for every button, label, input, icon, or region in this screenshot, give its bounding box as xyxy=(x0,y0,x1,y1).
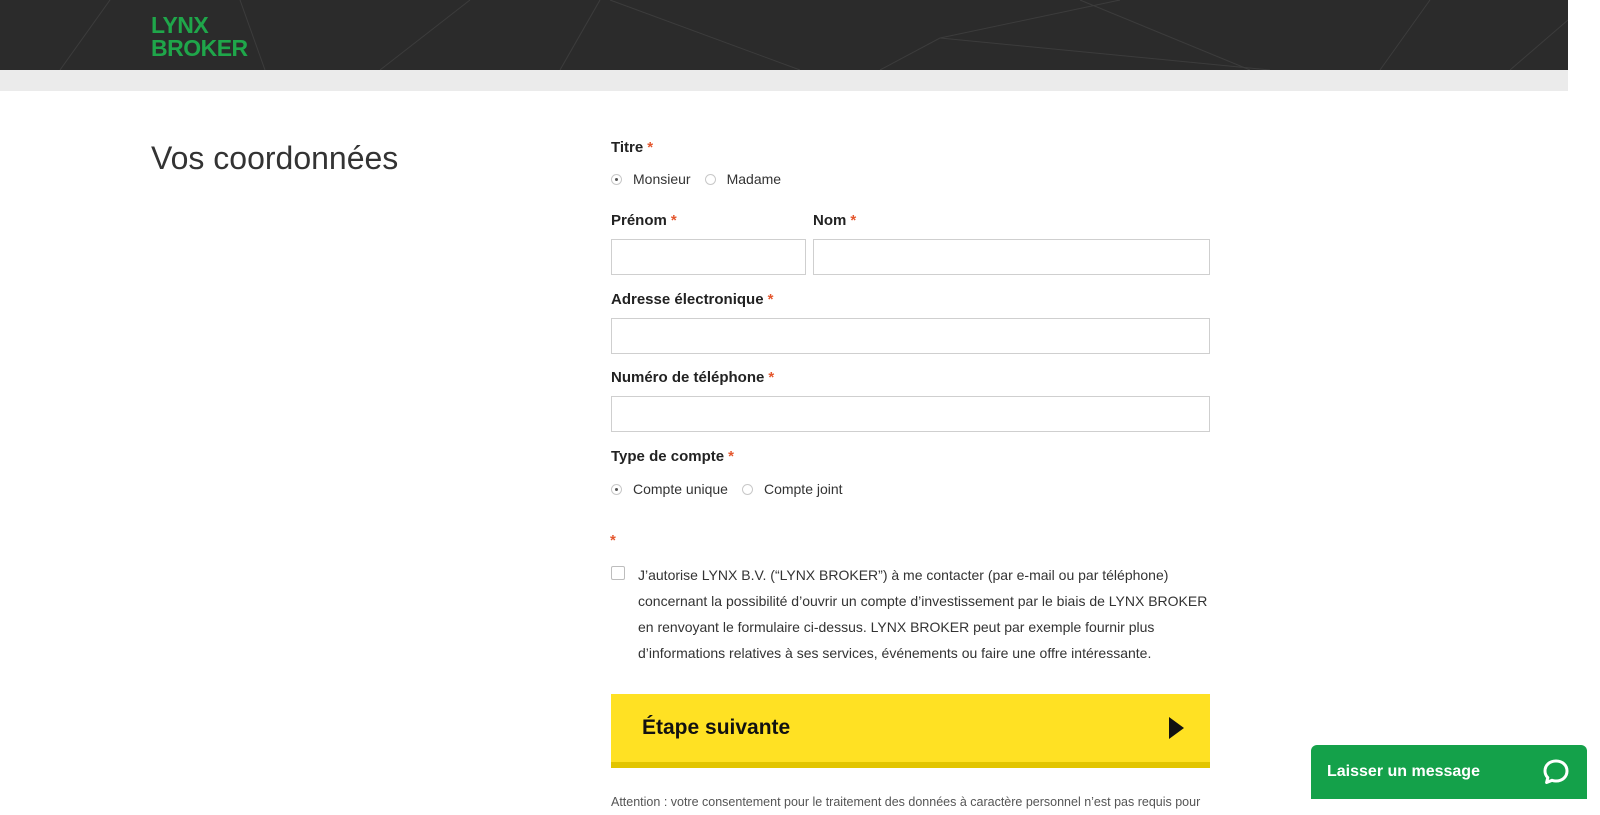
play-arrow-icon xyxy=(1169,717,1184,739)
consent-text: J’autorise LYNX B.V. (“LYNX BROKER”) à m… xyxy=(638,567,1208,661)
nom-label-text: Nom xyxy=(813,212,847,229)
required-mark: * xyxy=(647,139,654,156)
radio-monsieur-label: Monsieur xyxy=(633,171,691,187)
prenom-input[interactable] xyxy=(611,239,806,275)
nom-input[interactable] xyxy=(813,239,1210,275)
consent-note: Attention : votre consentement pour le t… xyxy=(611,795,1201,809)
next-step-label: Étape suivante xyxy=(642,716,791,739)
header-bar: LYNX BROKER xyxy=(0,0,1568,70)
logo-line-1: LYNX xyxy=(151,12,209,38)
required-mark: * xyxy=(767,291,774,308)
section-title: Vos coordonnées xyxy=(151,140,399,176)
email-input[interactable] xyxy=(611,318,1210,354)
radio-compte-joint-circle[interactable] xyxy=(741,483,753,495)
required-mark: * xyxy=(850,212,857,229)
titre-radio-group: Monsieur Madame xyxy=(611,171,795,187)
radio-compte-unique[interactable]: Compte unique xyxy=(611,481,728,497)
radio-compte-joint-label: Compte joint xyxy=(763,481,843,497)
nom-label: Nom * xyxy=(813,212,856,229)
account-type-label: Type de compte * xyxy=(611,448,734,465)
next-step-button[interactable]: Étape suivante xyxy=(611,694,1210,768)
radio-compte-unique-label: Compte unique xyxy=(633,481,728,497)
account-type-label-text: Type de compte xyxy=(611,448,725,465)
radio-madame-circle[interactable] xyxy=(704,173,716,185)
email-label-text: Adresse électronique xyxy=(611,291,764,308)
required-mark: * xyxy=(728,448,734,465)
radio-compte-unique-circle[interactable] xyxy=(611,483,622,495)
radio-monsieur-circle[interactable] xyxy=(611,173,622,185)
consent-checkbox[interactable] xyxy=(611,566,625,580)
scrollbar-track xyxy=(1568,0,1600,815)
required-mark: * xyxy=(768,369,775,386)
prenom-label: Prénom * xyxy=(611,212,677,229)
email-label: Adresse électronique * xyxy=(611,291,773,308)
lynx-broker-logo[interactable]: LYNX BROKER xyxy=(151,14,248,60)
required-mark: * xyxy=(670,212,677,229)
chat-bubble-icon xyxy=(1543,759,1569,784)
leave-message-button[interactable]: Laisser un message xyxy=(1311,745,1587,799)
radio-monsieur[interactable]: Monsieur xyxy=(611,171,691,187)
leave-message-label: Laisser un message xyxy=(1327,763,1480,780)
radio-madame-label: Madame xyxy=(726,171,782,187)
phone-input[interactable] xyxy=(611,396,1210,432)
radio-madame[interactable]: Madame xyxy=(704,171,782,187)
logo-line-2: BROKER xyxy=(151,35,248,61)
radio-compte-joint[interactable]: Compte joint xyxy=(741,481,843,497)
titre-label: Titre * xyxy=(611,139,653,156)
header-subbar xyxy=(0,70,1568,91)
consent-required-mark: * xyxy=(610,532,616,549)
phone-label: Numéro de téléphone * xyxy=(611,369,774,386)
titre-label-text: Titre xyxy=(611,139,644,156)
phone-label-text: Numéro de téléphone xyxy=(611,369,765,386)
account-type-radio-group: Compte unique Compte joint xyxy=(611,481,857,497)
prenom-label-text: Prénom xyxy=(611,212,667,229)
